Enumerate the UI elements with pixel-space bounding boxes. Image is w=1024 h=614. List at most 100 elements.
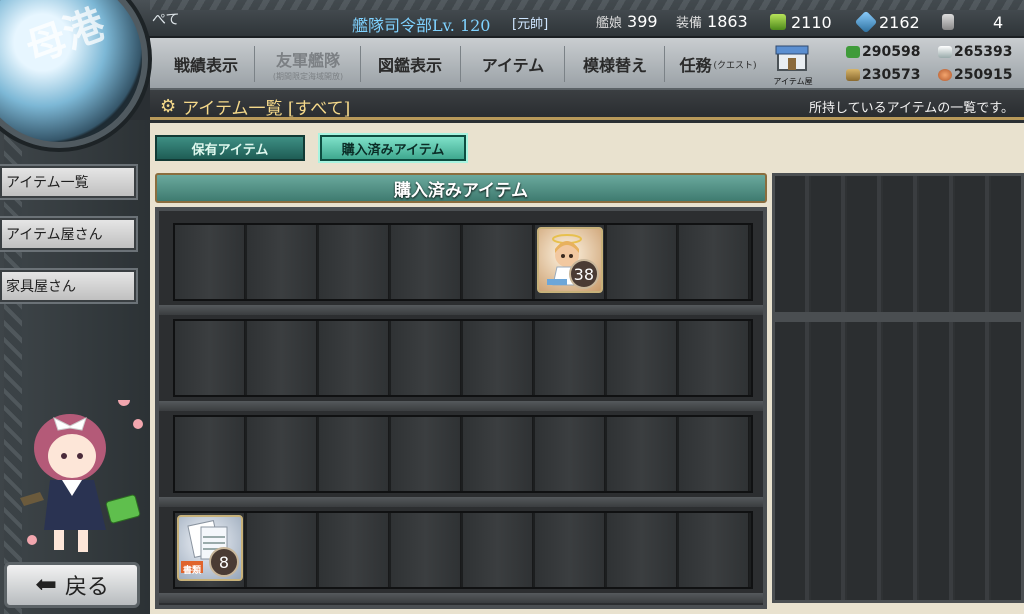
item-slot: [247, 321, 317, 395]
shelf-ledge: [159, 401, 763, 411]
tab-owned-items[interactable]: 保有アイテム: [155, 135, 305, 161]
item-slot: [535, 321, 605, 395]
development-material-value: 2162: [879, 13, 920, 32]
nav-encyclopedia[interactable]: 図鑑表示: [368, 44, 452, 84]
equipment-count-value: 1863: [707, 12, 748, 31]
sidebar-item-label: アイテム一覧: [6, 175, 89, 191]
user-name: ぺて: [152, 12, 180, 28]
character-illustration: [20, 394, 143, 552]
page-title-text: アイテム一覧 [すべて]: [182, 99, 351, 119]
ammo-resource: 230573: [846, 67, 920, 83]
nav-friend-fleet-label: 友軍艦隊: [275, 50, 340, 70]
nav-furniture-label: 模様替え: [582, 56, 647, 75]
item-slot: [247, 225, 317, 299]
item-slot: [463, 321, 533, 395]
item-slot: [247, 417, 317, 491]
girder-decoration: [150, 0, 1024, 10]
main-panel: 保有アイテム 購入済みアイテム 購入済みアイテム 38 書類 8: [150, 123, 1024, 614]
tab-purchased-items[interactable]: 購入済みアイテム: [320, 135, 466, 161]
section-title: 購入済みアイテム: [393, 180, 529, 201]
item-slot: [319, 225, 389, 299]
sidebar-item-item-list[interactable]: アイテム一覧: [0, 164, 138, 200]
ship-count: 艦娘 399: [596, 12, 658, 31]
shelf-row: 38: [173, 223, 753, 301]
item-slot: [391, 417, 461, 491]
bauxite-icon: [938, 69, 952, 81]
item-slot: [175, 417, 245, 491]
item-slot-fairy[interactable]: 38: [535, 225, 605, 299]
improvement-material-count: 4: [942, 12, 1003, 32]
nav-furniture[interactable]: 模様替え: [572, 44, 658, 84]
emblem-text: 母港: [19, 0, 111, 73]
improvement-material-value: 4: [993, 13, 1004, 32]
item-slot: [607, 417, 677, 491]
tab-purchased-items-label: 購入済みアイテム: [341, 142, 445, 158]
fairy-item-icon[interactable]: 38: [537, 227, 603, 293]
item-slot-document[interactable]: 書類 8: [175, 513, 245, 587]
development-material-count: 2162: [854, 10, 920, 34]
nav-battle-record[interactable]: 戦績表示: [164, 44, 248, 84]
item-slot: [175, 321, 245, 395]
nav-divider: [664, 46, 665, 82]
title-strip: ⚙ アイテム一覧 [すべて] 所持しているアイテムの一覧です。: [150, 90, 1024, 120]
nav-items[interactable]: アイテム: [468, 44, 558, 84]
item-slot: [535, 513, 605, 587]
item-slot: [391, 321, 461, 395]
item-slot: [679, 321, 749, 395]
bauxite-resource: 250915: [938, 67, 1012, 83]
item-slot: [463, 417, 533, 491]
item-slot: [607, 321, 677, 395]
item-slot: [679, 417, 749, 491]
shop-label: アイテム屋: [773, 77, 813, 86]
shelf-ledge: [159, 497, 763, 507]
shelf-row: [173, 319, 753, 397]
sidebar-item-furniture-shop[interactable]: 家具屋さん: [0, 268, 138, 304]
item-slot: [319, 513, 389, 587]
document-item-icon[interactable]: 書類 8: [177, 515, 243, 581]
shop-icon: [775, 45, 809, 71]
fuel-resource: 290598: [846, 44, 920, 60]
item-slot: [319, 417, 389, 491]
secretary-character[interactable]: [14, 394, 146, 560]
admiral-rank: [元帥]: [512, 17, 549, 32]
repair-bucket-count: 2110: [770, 12, 832, 32]
bucket-icon: [770, 14, 786, 30]
nav-quests-sub: (クエスト): [713, 60, 757, 71]
item-slot: [607, 225, 677, 299]
nav-encyclopedia-label: 図鑑表示: [377, 56, 442, 75]
nav-divider: [254, 46, 255, 82]
item-shop-button[interactable]: アイテム屋: [770, 42, 816, 86]
nav-divider: [564, 46, 565, 82]
page-description: 所持しているアイテムの一覧です。: [808, 101, 1014, 116]
nav-quests-label: 任務: [679, 56, 712, 75]
nav-friend-fleet[interactable]: 友軍艦隊 (期間限定海域開放): [262, 44, 354, 84]
nav-items-label: アイテム: [481, 56, 545, 75]
item-slot: [535, 417, 605, 491]
document-badge: 書類: [183, 566, 202, 576]
steel-icon: [938, 46, 952, 58]
item-slot: [175, 225, 245, 299]
equipment-count: 装備 1863: [676, 12, 748, 31]
item-slot: [391, 513, 461, 587]
item-quantity-badge: 8: [209, 547, 239, 577]
sidebar-item-label: 家具屋さん: [6, 279, 76, 295]
item-slot: [463, 513, 533, 587]
hammer-icon: [942, 14, 954, 30]
nav-divider: [360, 46, 361, 82]
item-slot: [679, 513, 749, 587]
ammo-icon: [846, 69, 860, 81]
ship-count-value: 399: [627, 12, 658, 31]
repair-bucket-value: 2110: [791, 13, 832, 32]
item-shelf: 38 書類 8: [155, 207, 767, 609]
tab-owned-items-label: 保有アイテム: [191, 142, 269, 158]
back-arrow-icon: ⬅: [35, 570, 57, 600]
wooden-wall-panel: [772, 173, 1024, 603]
resource-panel: 290598 265393 230573 250915: [846, 42, 1024, 88]
sidebar-item-item-shop[interactable]: アイテム屋さん: [0, 216, 138, 252]
fuel-icon: [846, 46, 860, 58]
nav-quests[interactable]: 任務 (クエスト): [670, 44, 766, 84]
back-button[interactable]: ⬅ 戻る: [4, 562, 140, 608]
hq-level: 艦隊司令部Lv. 120: [352, 16, 491, 35]
nav-battle-record-label: 戦績表示: [173, 56, 238, 75]
ammo-value: 230573: [862, 67, 921, 83]
